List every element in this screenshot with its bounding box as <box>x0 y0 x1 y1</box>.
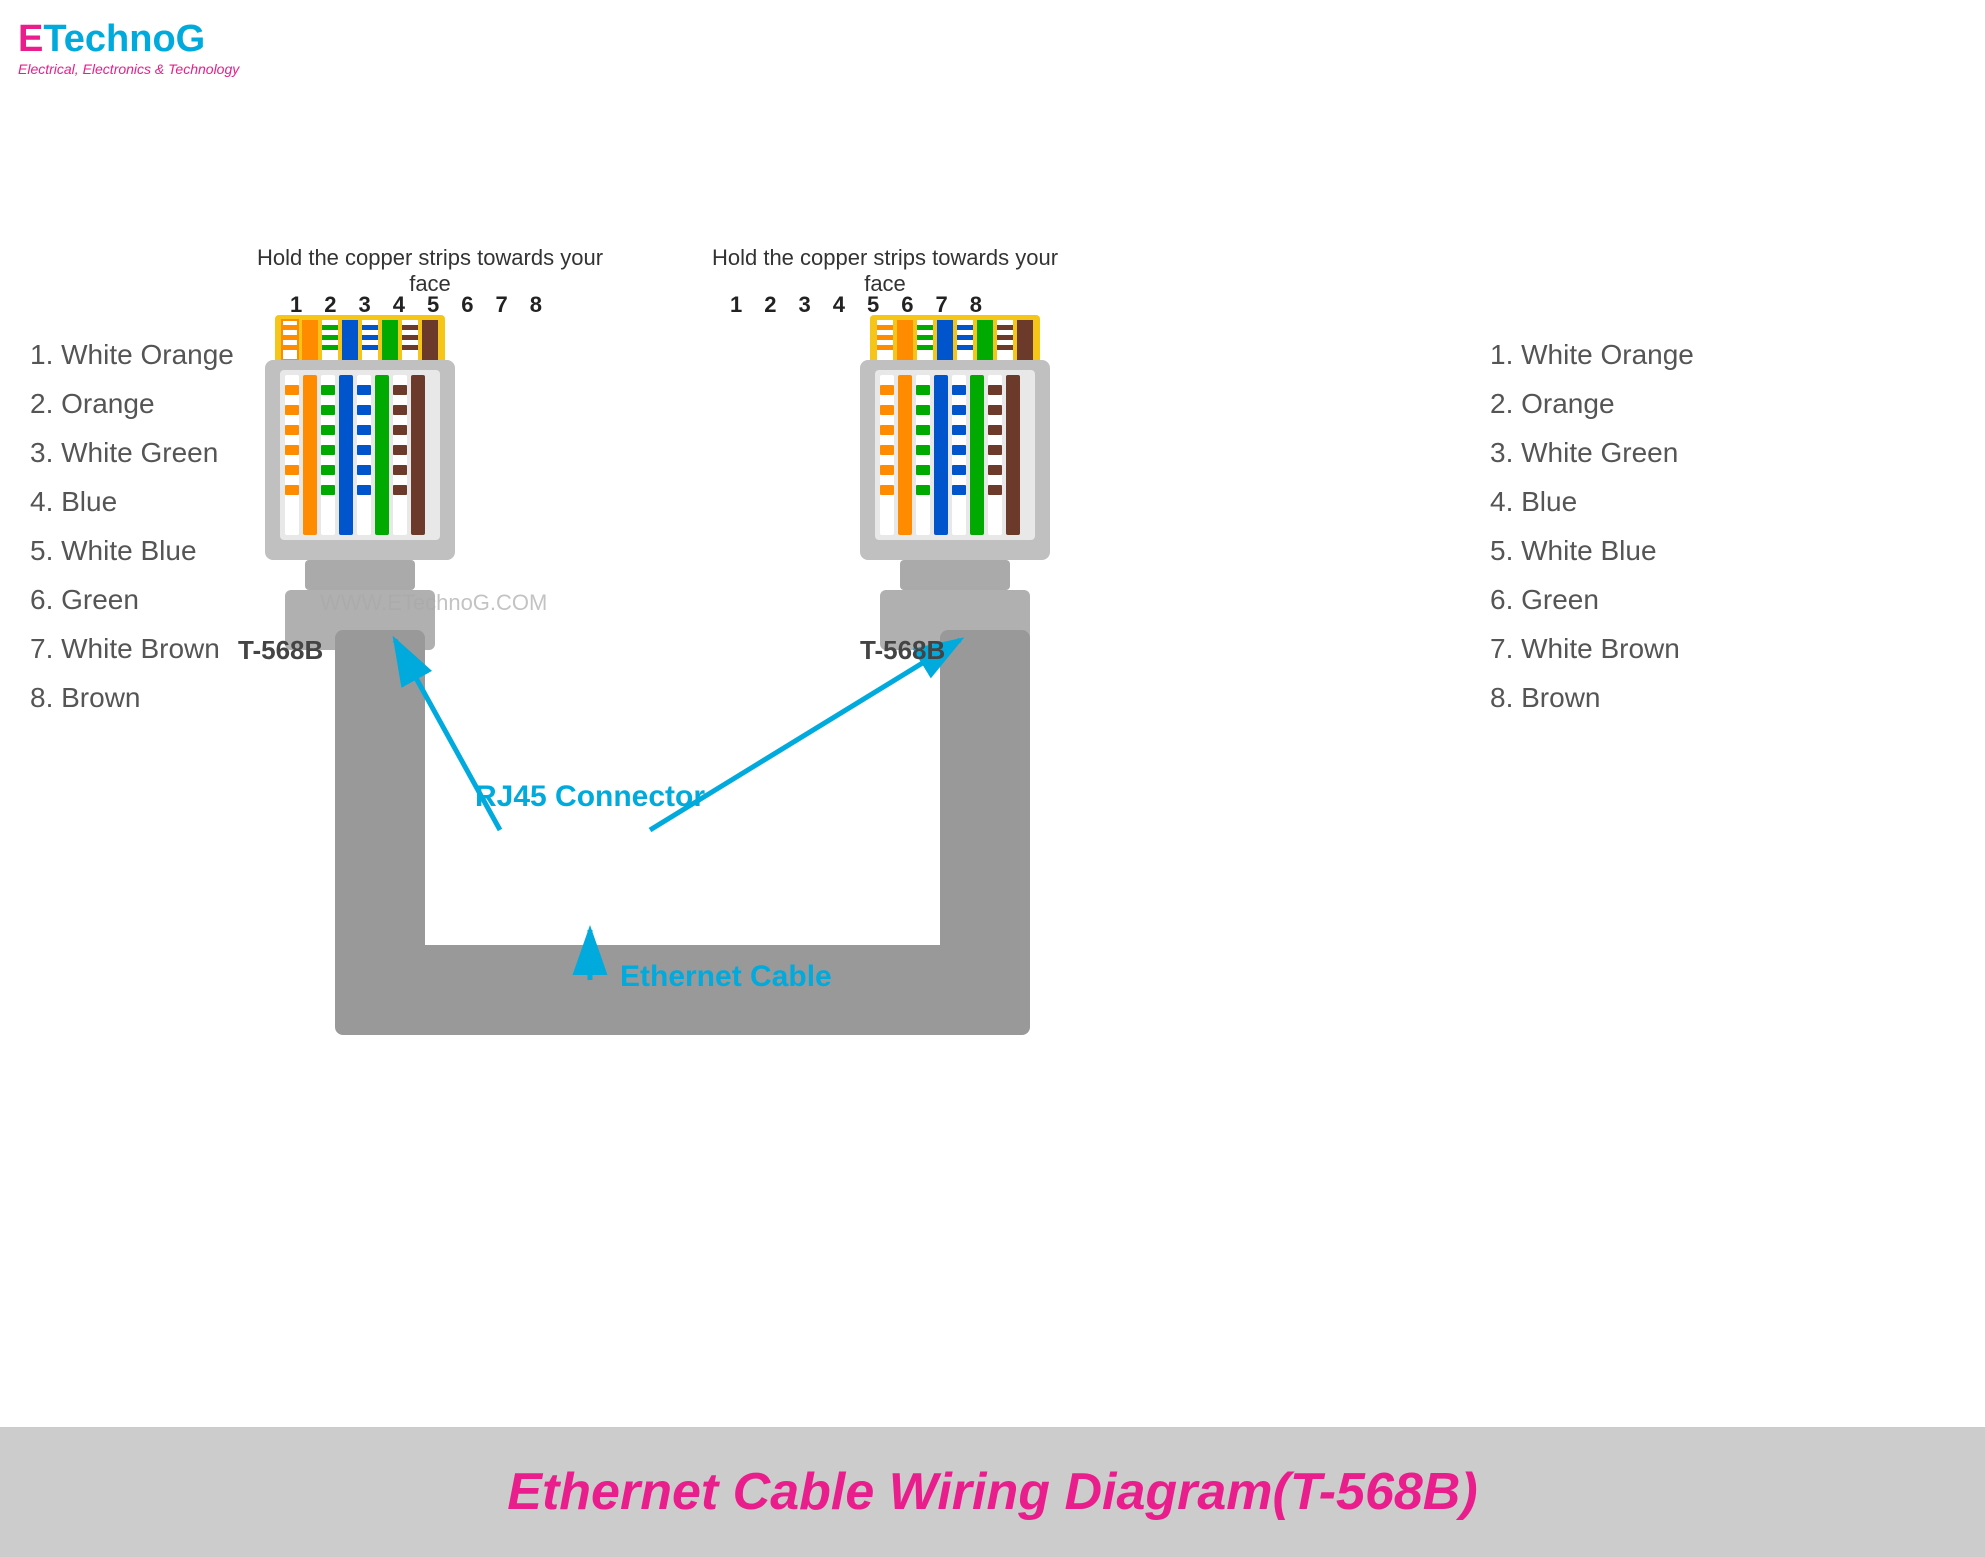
diagram-area: Hold the copper strips towards your face… <box>0 100 1985 1417</box>
logo-e: E <box>18 18 43 61</box>
wire-7-left: 7. White Brown <box>30 624 234 673</box>
wire-5-left: 5. White Blue <box>30 526 234 575</box>
connector-right <box>850 315 1060 660</box>
wire-list-left: 1. White Orange 2. Orange 3. White Green… <box>30 330 234 722</box>
wire-7-right: 7. White Brown <box>1490 624 1694 673</box>
wire-6-left: 6. Green <box>30 575 234 624</box>
footer-banner: Ethernet Cable Wiring Diagram(T-568B) <box>0 1427 1985 1557</box>
wire-6-right: 6. Green <box>1490 575 1694 624</box>
t568b-label-left: T-568B <box>238 635 323 666</box>
t568b-label-right: T-568B <box>860 635 945 666</box>
wire-8-right: 8. Brown <box>1490 673 1694 722</box>
wire-3-left: 3. White Green <box>30 428 234 477</box>
wire-2-right: 2. Orange <box>1490 379 1694 428</box>
connector-right-svg <box>850 315 1060 655</box>
ethernet-cable-label: Ethernet Cable <box>620 960 832 994</box>
wire-1-left: 1. White Orange <box>30 330 234 379</box>
wire-2-left: 2. Orange <box>30 379 234 428</box>
hold-text-right: Hold the copper strips towards your face <box>700 245 1070 297</box>
logo-tagline: Electrical, Electronics & Technology <box>18 61 239 77</box>
wire-list-right: 1. White Orange 2. Orange 3. White Green… <box>1490 330 1694 722</box>
wire-8-left: 8. Brown <box>30 673 234 722</box>
wire-5-right: 5. White Blue <box>1490 526 1694 575</box>
wire-1-right: 1. White Orange <box>1490 330 1694 379</box>
rj45-connector-label: RJ45 Connector <box>470 780 710 814</box>
wire-4-right: 4. Blue <box>1490 477 1694 526</box>
hold-text-left: Hold the copper strips towards your face <box>245 245 615 297</box>
logo: E TechnoG Electrical, Electronics & Tech… <box>18 18 239 77</box>
wire-3-right: 3. White Green <box>1490 428 1694 477</box>
wire-4-left: 4. Blue <box>30 477 234 526</box>
footer-title: Ethernet Cable Wiring Diagram(T-568B) <box>507 1462 1477 1522</box>
logo-technog: TechnoG <box>43 18 205 61</box>
watermark: WWW.ETechnoG.COM <box>320 590 547 616</box>
